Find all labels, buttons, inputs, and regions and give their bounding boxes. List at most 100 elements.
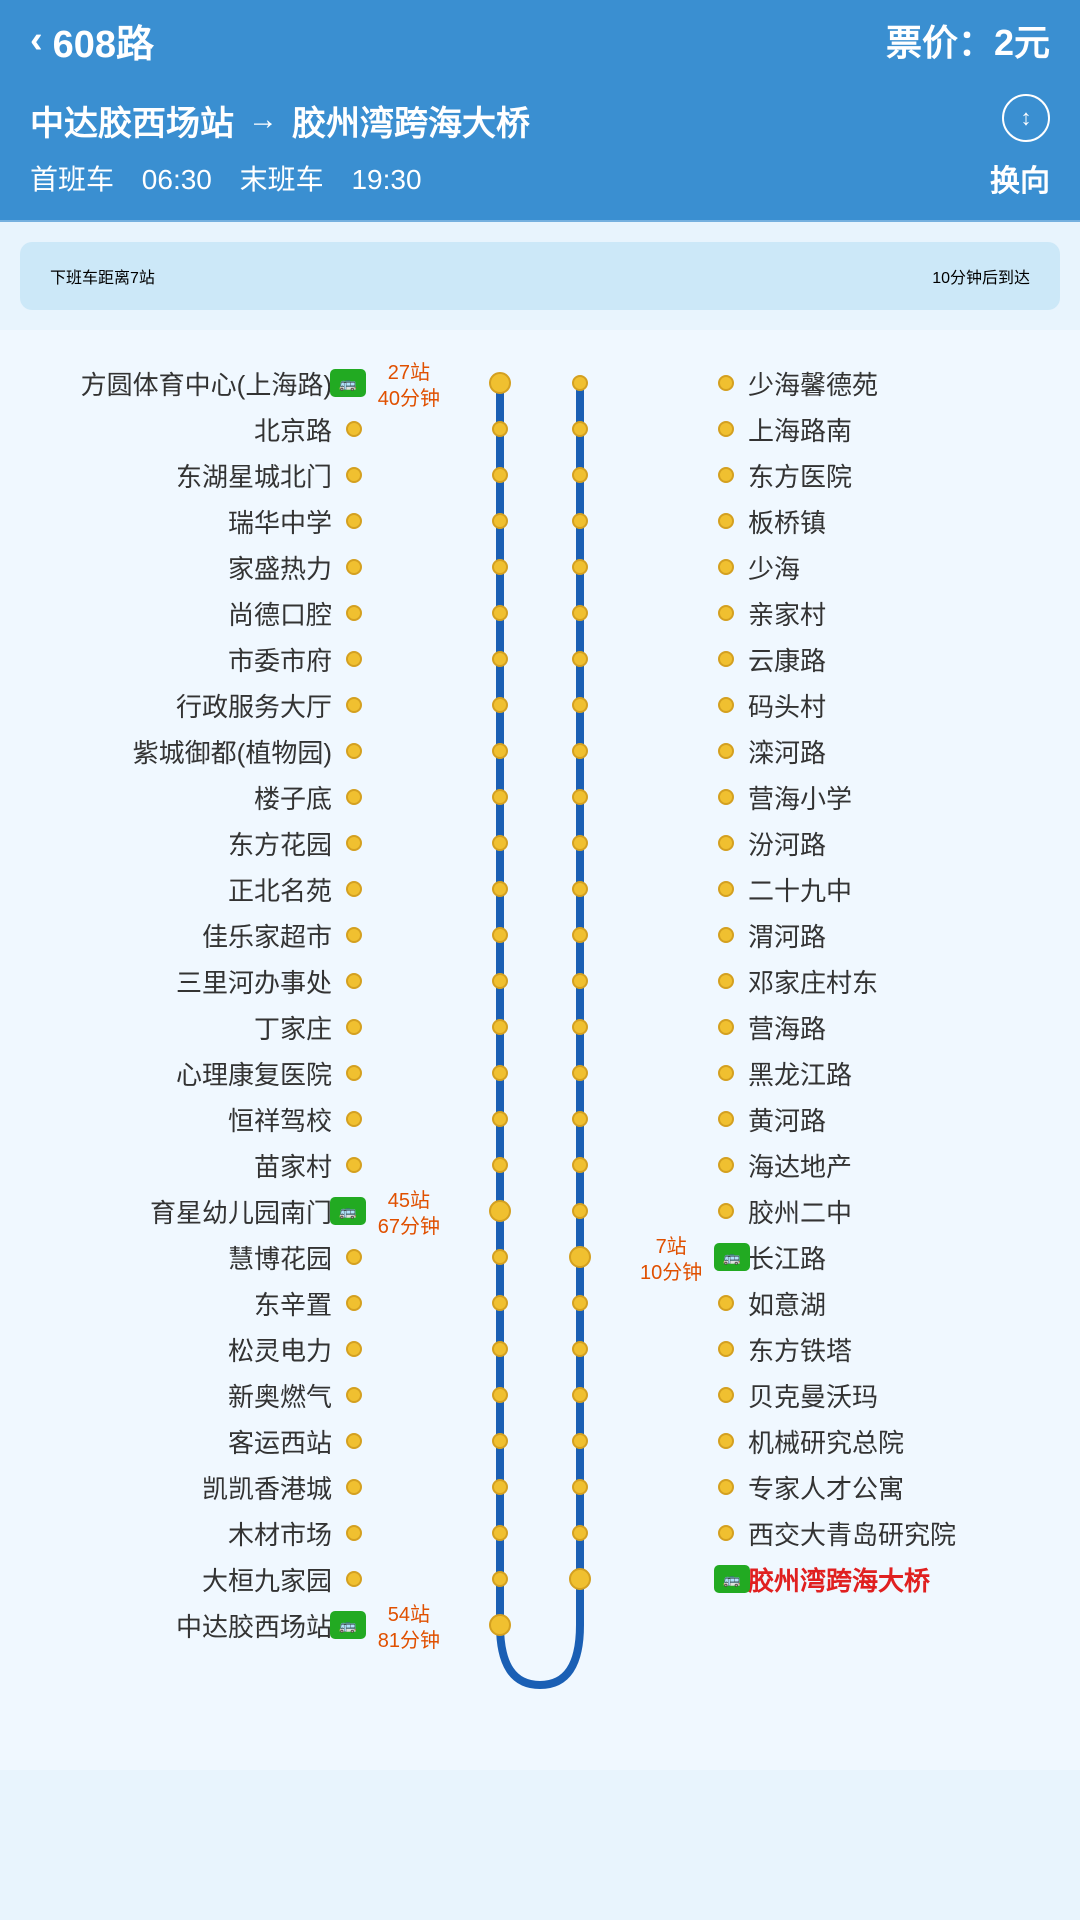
stop-row[interactable]: 汾河路 xyxy=(720,820,1060,866)
stop-row[interactable]: 楼子底 xyxy=(20,774,360,820)
stop-row[interactable]: 凯凯香港城 xyxy=(20,1464,360,1510)
stop-dot xyxy=(346,1295,362,1311)
stop-name: 专家人才公寓 xyxy=(748,1469,904,1506)
stop-row[interactable]: 正北名苑 xyxy=(20,866,360,912)
stop-row[interactable]: 胶州二中 xyxy=(720,1188,1060,1234)
stop-row[interactable]: 云康路 xyxy=(720,636,1060,682)
stop-row[interactable]: 🚌7站 10分钟长江路 xyxy=(720,1234,1060,1280)
stop-name: 慧博花园 xyxy=(228,1239,332,1276)
stop-row[interactable]: 🚌27站 40分钟方圆体育中心(上海路) xyxy=(20,360,360,406)
stop-row[interactable]: 板桥镇 xyxy=(720,498,1060,544)
stop-name: 行政服务大厅 xyxy=(176,687,332,724)
stop-dot xyxy=(718,1341,734,1357)
stop-name: 东方医院 xyxy=(748,457,852,494)
stop-dot xyxy=(346,835,362,851)
stop-name: 云康路 xyxy=(748,641,826,678)
stop-row[interactable]: 瑞华中学 xyxy=(20,498,360,544)
stop-row[interactable]: 紫城御都(植物园) xyxy=(20,728,360,774)
stop-row[interactable]: 黄河路 xyxy=(720,1096,1060,1142)
stop-row[interactable]: 佳乐家超市 xyxy=(20,912,360,958)
bus-icon: 🚌 xyxy=(330,1197,366,1225)
stop-name: 东方花园 xyxy=(228,825,332,862)
stop-row[interactable]: 木材市场 xyxy=(20,1510,360,1556)
stop-dot xyxy=(346,1111,362,1127)
route-info: 中达胶西场站 → 胶州湾跨海大桥 ↕ 首班车 06:30 末班车 19:30 换… xyxy=(0,80,1080,222)
stop-row[interactable]: 机械研究总院 xyxy=(720,1418,1060,1464)
first-bus-label: 首班车 xyxy=(30,164,114,195)
stop-row[interactable]: 客运西站 xyxy=(20,1418,360,1464)
stop-row[interactable]: 西交大青岛研究院 xyxy=(720,1510,1060,1556)
stop-row[interactable]: 邓家庄村东 xyxy=(720,958,1060,1004)
stop-dot xyxy=(346,1479,362,1495)
stop-row[interactable]: 大桓九家园 xyxy=(20,1556,360,1602)
stop-row[interactable]: 苗家村 xyxy=(20,1142,360,1188)
stop-row[interactable]: 恒祥驾校 xyxy=(20,1096,360,1142)
stop-name: 东湖星城北门 xyxy=(176,457,332,494)
stop-row[interactable]: 🚌45站 67分钟育星幼儿园南门 xyxy=(20,1188,360,1234)
stop-dot xyxy=(718,605,734,621)
stop-row[interactable]: 亲家村 xyxy=(720,590,1060,636)
stop-row[interactable]: 黑龙江路 xyxy=(720,1050,1060,1096)
stop-row[interactable]: 滦河路 xyxy=(720,728,1060,774)
stop-row[interactable]: 行政服务大厅 xyxy=(20,682,360,728)
route-times: 首班车 06:30 末班车 19:30 换向 xyxy=(30,156,1050,200)
direction-icon[interactable]: ↕ xyxy=(1002,94,1050,142)
stop-row[interactable]: 东辛置 xyxy=(20,1280,360,1326)
stop-name: 中达胶西场站 xyxy=(176,1607,332,1644)
stop-dot xyxy=(346,881,362,897)
route-number: 608路 xyxy=(53,13,154,68)
stop-row[interactable]: 三里河办事处 xyxy=(20,958,360,1004)
stop-name: 亲家村 xyxy=(748,595,826,632)
bus-label: 45站 67分钟 xyxy=(378,1188,440,1240)
stop-name: 瑞华中学 xyxy=(228,503,332,540)
stop-row[interactable]: 慧博花园 xyxy=(20,1234,360,1280)
stop-name: 恒祥驾校 xyxy=(228,1101,332,1138)
stop-name: 大桓九家园 xyxy=(202,1561,332,1598)
stop-row[interactable]: 专家人才公寓 xyxy=(720,1464,1060,1510)
stop-row[interactable]: 家盛热力 xyxy=(20,544,360,590)
stop-row[interactable]: 渭河路 xyxy=(720,912,1060,958)
stop-name: 尚德口腔 xyxy=(228,595,332,632)
stop-row[interactable]: 东方花园 xyxy=(20,820,360,866)
stop-dot xyxy=(718,1387,734,1403)
stop-row[interactable]: 尚德口腔 xyxy=(20,590,360,636)
stop-name: 码头村 xyxy=(748,687,826,724)
stop-row[interactable]: 丁家庄 xyxy=(20,1004,360,1050)
stop-row[interactable]: 东湖星城北门 xyxy=(20,452,360,498)
stop-row[interactable]: 营海小学 xyxy=(720,774,1060,820)
stop-row[interactable]: 🚌胶州湾跨海大桥 xyxy=(720,1556,1060,1602)
stop-row[interactable]: 东方铁塔 xyxy=(720,1326,1060,1372)
stop-row[interactable]: 海达地产 xyxy=(720,1142,1060,1188)
stop-row[interactable]: 新奥燃气 xyxy=(20,1372,360,1418)
stop-row[interactable]: 市委市府 xyxy=(20,636,360,682)
stop-name: 正北名苑 xyxy=(228,871,332,908)
stop-name: 家盛热力 xyxy=(228,549,332,586)
stop-row[interactable]: 上海路南 xyxy=(720,406,1060,452)
stop-row[interactable]: 少海馨德苑 xyxy=(720,360,1060,406)
stop-row[interactable]: 松灵电力 xyxy=(20,1326,360,1372)
stop-name: 新奥燃气 xyxy=(228,1377,332,1414)
stop-row[interactable]: 东方医院 xyxy=(720,452,1060,498)
back-button[interactable]: ‹ xyxy=(30,19,43,62)
stop-name: 黄河路 xyxy=(748,1101,826,1138)
stop-dot xyxy=(346,651,362,667)
stop-name: 丁家庄 xyxy=(254,1009,332,1046)
stop-row[interactable]: 少海 xyxy=(720,544,1060,590)
stop-row[interactable]: 心理康复医院 xyxy=(20,1050,360,1096)
stop-row[interactable]: 码头村 xyxy=(720,682,1060,728)
stop-row[interactable]: 营海路 xyxy=(720,1004,1060,1050)
stop-dot xyxy=(718,1479,734,1495)
stop-name: 如意湖 xyxy=(748,1285,826,1322)
bus-label: 7站 10分钟 xyxy=(640,1234,702,1286)
stop-name: 渭河路 xyxy=(748,917,826,954)
stop-name: 黑龙江路 xyxy=(748,1055,852,1092)
stop-row[interactable]: 北京路 xyxy=(20,406,360,452)
stop-row[interactable]: 贝克曼沃玛 xyxy=(720,1372,1060,1418)
stop-name: 贝克曼沃玛 xyxy=(748,1377,878,1414)
stop-row[interactable]: 二十九中 xyxy=(720,866,1060,912)
stop-row[interactable]: 🚌54站 81分钟中达胶西场站 xyxy=(20,1602,360,1648)
route-from: 中达胶西场站 xyxy=(30,96,234,145)
stop-name: 机械研究总院 xyxy=(748,1423,904,1460)
stop-row[interactable]: 如意湖 xyxy=(720,1280,1060,1326)
direction-button[interactable]: 换向 xyxy=(990,156,1050,200)
